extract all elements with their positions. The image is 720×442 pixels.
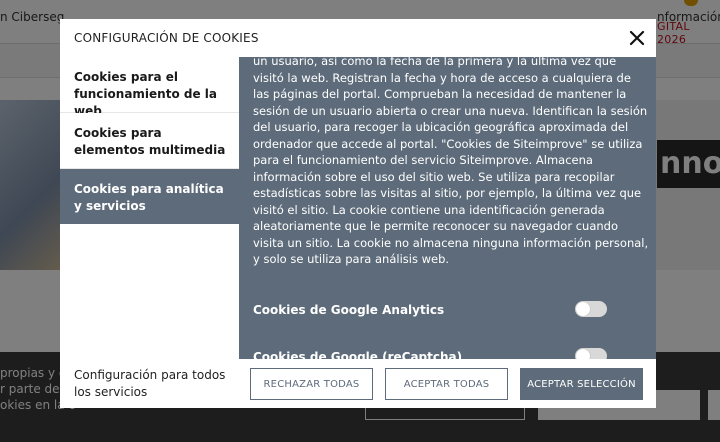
cookie-settings-modal: CONFIGURACIÓN DE COOKIES Cookies para el… [60,19,656,408]
category-description: un usuario, así como la fecha de la prim… [253,57,649,266]
google-analytics-toggle[interactable] [575,301,607,317]
category-detail-panel[interactable]: un usuario, así como la fecha de la prim… [239,57,656,359]
close-icon[interactable] [626,27,648,49]
toggle-row-google-recaptcha: Cookies de Google (reCaptcha) [253,348,643,359]
category-tab-funcionamiento[interactable]: Cookies para el funcionamiento de la web [60,57,239,118]
toggle-label: Cookies de Google Analytics [253,303,445,317]
category-tab-label: Cookies para elementos multimedia [74,126,226,157]
category-tab-analitica[interactable]: Cookies para analítica y servicios [60,169,239,224]
toggle-knob [576,349,590,359]
google-recaptcha-toggle[interactable] [575,348,607,359]
reject-all-button[interactable]: RECHAZAR TODAS [250,368,373,400]
modal-header: CONFIGURACIÓN DE COOKIES [60,19,656,57]
category-tab-multimedia[interactable]: Cookies para elementos multimedia [60,113,239,169]
footer-note: Configuración para todos los servicios [74,368,226,399]
modal-title: CONFIGURACIÓN DE COOKIES [74,31,259,45]
accept-selection-button[interactable]: ACEPTAR SELECCIÓN [520,368,643,400]
modal-footer: Configuración para todos los servicios R… [60,359,656,408]
cookie-category-list: Cookies para el funcionamiento de la web… [60,57,239,359]
toggle-label: Cookies de Google (reCaptcha) [253,350,463,359]
category-tab-label: Cookies para analítica y servicios [74,182,224,213]
toggle-knob [576,302,590,316]
accept-all-button[interactable]: ACEPTAR TODAS [385,368,508,400]
toggle-row-google-analytics: Cookies de Google Analytics [253,301,643,325]
